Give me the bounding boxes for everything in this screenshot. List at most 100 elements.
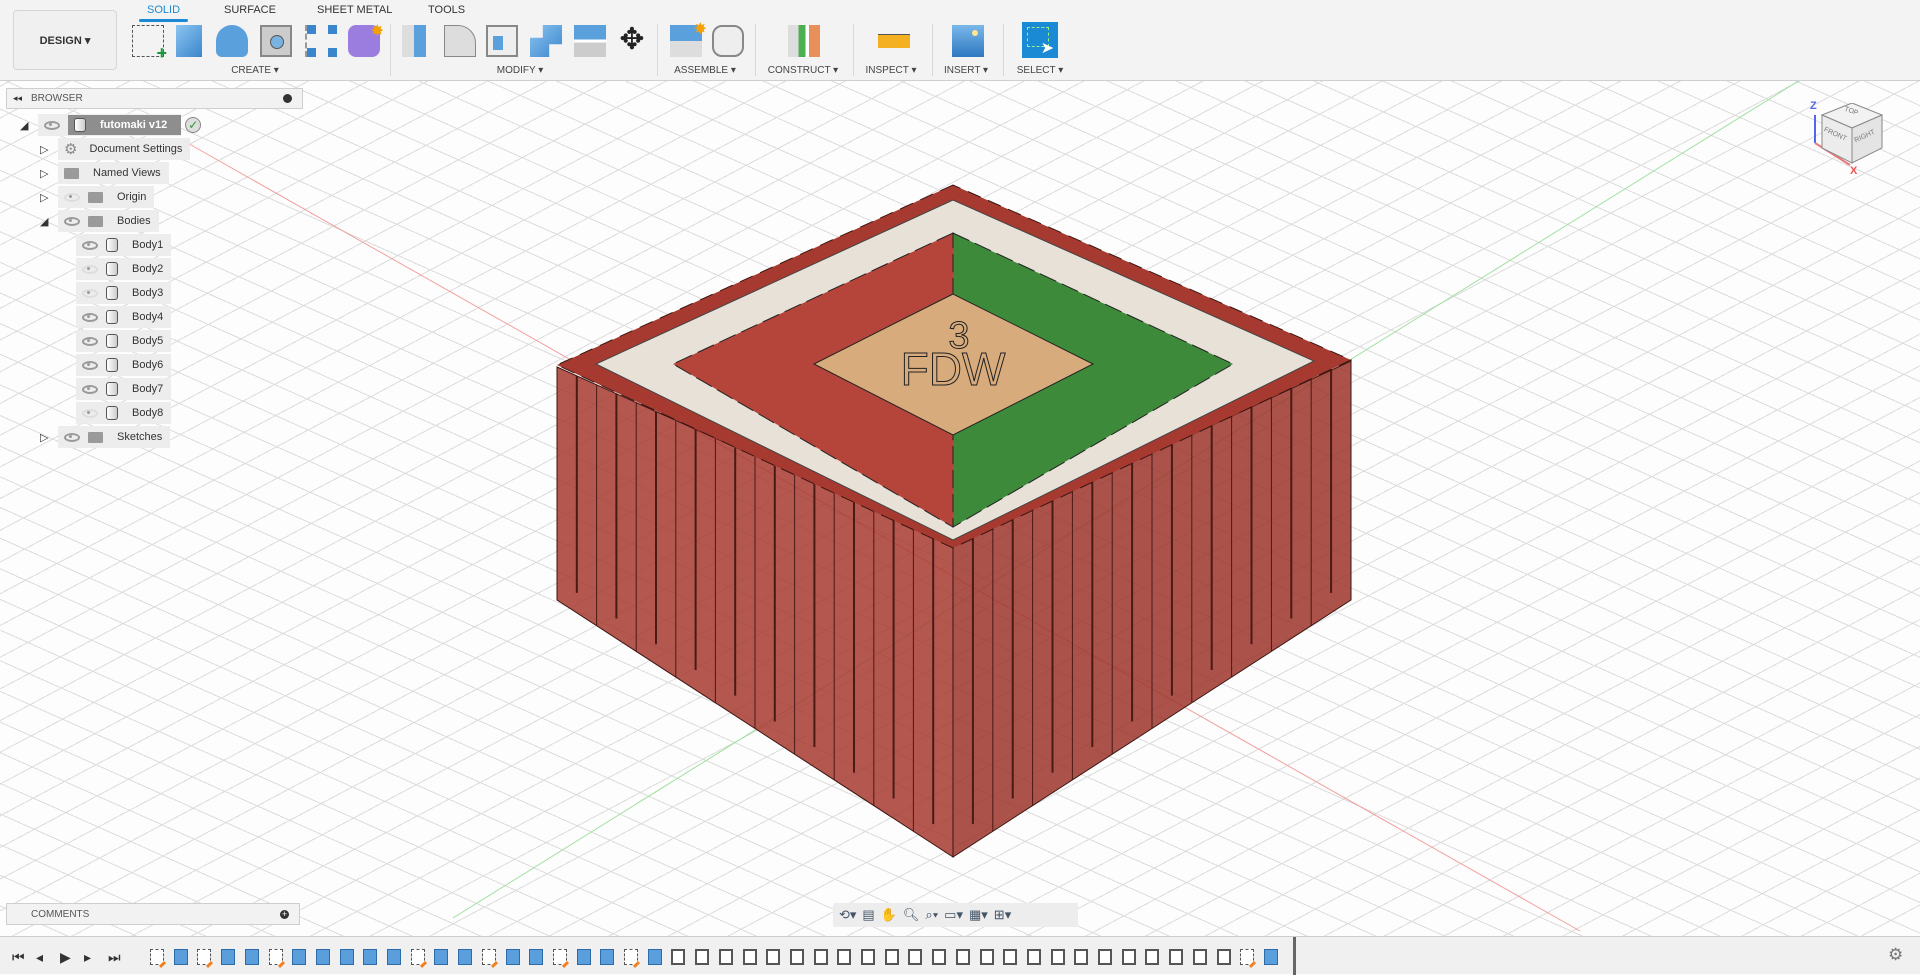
combine-icon[interactable]: [530, 25, 562, 57]
tree-item-body[interactable]: Body6: [76, 354, 172, 376]
timeline-body-feature[interactable]: [1263, 949, 1278, 965]
step-forward-icon[interactable]: ▸: [84, 949, 91, 966]
insert-image-icon[interactable]: [952, 25, 984, 57]
timeline-body-feature[interactable]: [244, 949, 259, 965]
timeline-body-feature[interactable]: [529, 949, 544, 965]
timeline-marker[interactable]: [1293, 937, 1296, 975]
timeline-pattern-feature[interactable]: [789, 949, 804, 965]
timeline-pattern-feature[interactable]: [1169, 949, 1184, 965]
tree-item-bodies[interactable]: ◢ Bodies: [40, 210, 159, 232]
fit-icon[interactable]: ⌕▾: [925, 907, 938, 923]
create-sketch-icon[interactable]: +: [132, 25, 167, 62]
joint-icon[interactable]: [712, 25, 744, 57]
fillet-icon[interactable]: [444, 25, 476, 57]
timeline-sketch-feature[interactable]: [1240, 949, 1255, 965]
model-canvas[interactable]: 3 FDW: [0, 81, 1920, 936]
expand-toggle-icon[interactable]: ▷: [40, 143, 58, 156]
browser-header[interactable]: ◂◂ BROWSER: [6, 88, 303, 109]
eye-icon[interactable]: [82, 408, 98, 418]
tree-item-body[interactable]: Body1: [76, 234, 172, 256]
eye-icon[interactable]: [64, 432, 80, 442]
eye-icon[interactable]: [82, 288, 98, 298]
insert-menu[interactable]: INSERT ▾: [944, 65, 988, 76]
eye-icon[interactable]: [82, 336, 98, 346]
viewports-icon[interactable]: ⊞▾: [994, 907, 1011, 923]
expand-toggle-icon[interactable]: ▷: [40, 431, 58, 444]
orbit-icon[interactable]: ⟲▾: [839, 907, 856, 923]
timeline-pattern-feature[interactable]: [932, 949, 947, 965]
timeline-pattern-feature[interactable]: [955, 949, 970, 965]
rectangular-pattern-icon[interactable]: [305, 25, 337, 57]
timeline-body-feature[interactable]: [292, 949, 307, 965]
timeline-body-feature[interactable]: [647, 949, 662, 965]
timeline-pattern-feature[interactable]: [671, 949, 686, 965]
timeline-pattern-feature[interactable]: [695, 949, 710, 965]
press-pull-icon[interactable]: [402, 25, 426, 57]
go-to-end-icon[interactable]: ⏭: [108, 949, 121, 966]
timeline-body-feature[interactable]: [339, 949, 354, 965]
tree-item-body[interactable]: Body5: [76, 330, 172, 352]
comments-panel[interactable]: COMMENTS +: [6, 903, 300, 925]
offset-plane-icon[interactable]: [788, 25, 820, 57]
timeline-body-feature[interactable]: [221, 949, 236, 965]
design-workspace-button[interactable]: DESIGN ▾: [13, 10, 117, 70]
settings-gear-icon[interactable]: ⚙: [1888, 945, 1903, 965]
tree-item-sketches[interactable]: ▷ Sketches: [40, 426, 171, 448]
split-body-icon[interactable]: [574, 25, 606, 57]
display-settings-icon[interactable]: ▭▾: [944, 907, 963, 923]
select-menu[interactable]: SELECT ▾: [1017, 65, 1064, 76]
timeline-sketch-feature[interactable]: [197, 949, 212, 965]
timeline-pattern-feature[interactable]: [1216, 949, 1231, 965]
timeline-pattern-feature[interactable]: [1145, 949, 1160, 965]
zoom-icon[interactable]: 🔍︎: [903, 907, 920, 923]
add-comment-icon[interactable]: +: [280, 910, 289, 919]
timeline-body-feature[interactable]: [576, 949, 591, 965]
tab-sheet-metal[interactable]: SHEET METAL: [317, 4, 392, 16]
expand-toggle-icon[interactable]: ▷: [40, 167, 58, 180]
play-icon[interactable]: ▶: [60, 949, 71, 966]
timeline-sketch-feature[interactable]: [150, 949, 164, 965]
expand-toggle-icon[interactable]: ◢: [40, 215, 58, 228]
revolve-icon[interactable]: [216, 25, 248, 57]
timeline-pattern-feature[interactable]: [742, 949, 757, 965]
timeline-pattern-feature[interactable]: [813, 949, 828, 965]
timeline-pattern-feature[interactable]: [1121, 949, 1136, 965]
tree-item-body[interactable]: Body3: [76, 282, 172, 304]
eye-icon[interactable]: [44, 120, 60, 130]
timeline-pattern-feature[interactable]: [1098, 949, 1112, 965]
timeline-pattern-feature[interactable]: [837, 949, 852, 965]
inspect-menu[interactable]: INSPECT ▾: [866, 65, 917, 76]
tree-item-body[interactable]: Body2: [76, 258, 172, 280]
timeline-pattern-feature[interactable]: [908, 949, 923, 965]
eye-icon[interactable]: [82, 384, 98, 394]
timeline-pattern-feature[interactable]: [1026, 949, 1041, 965]
expand-toggle-icon[interactable]: ▷: [40, 191, 58, 204]
timeline-pattern-feature[interactable]: [979, 949, 994, 965]
tree-item-origin[interactable]: ▷ Origin: [40, 186, 155, 208]
tab-tools[interactable]: TOOLS: [428, 4, 465, 16]
construct-menu[interactable]: CONSTRUCT ▾: [768, 65, 838, 76]
eye-icon[interactable]: [82, 312, 98, 322]
tree-root[interactable]: ◢ futomaki v12 ✓: [20, 114, 202, 136]
timeline-pattern-feature[interactable]: [766, 949, 781, 965]
collapse-browser-icon[interactable]: ◂◂: [13, 93, 22, 104]
timeline-pattern-feature[interactable]: [1074, 949, 1089, 965]
eye-hidden-icon[interactable]: [64, 192, 80, 202]
timeline-pattern-feature[interactable]: [1192, 949, 1207, 965]
timeline-sketch-feature[interactable]: [268, 949, 283, 965]
timeline-body-feature[interactable]: [600, 949, 615, 965]
grid-settings-icon[interactable]: ▦▾: [969, 907, 988, 923]
eye-icon[interactable]: [82, 360, 98, 370]
timeline-sketch-feature[interactable]: [481, 949, 496, 965]
eye-icon[interactable]: [64, 216, 80, 226]
timeline-body-feature[interactable]: [458, 949, 473, 965]
pan-icon[interactable]: ✋: [881, 907, 897, 923]
timeline-pattern-feature[interactable]: [1050, 949, 1065, 965]
timeline-body-feature[interactable]: [434, 949, 449, 965]
tree-item-named-views[interactable]: ▷ Named Views: [40, 162, 169, 184]
timeline-body-feature[interactable]: [505, 949, 520, 965]
look-at-icon[interactable]: ▤: [862, 907, 874, 923]
timeline-body-feature[interactable]: [387, 949, 401, 965]
select-icon[interactable]: ➤: [1022, 22, 1058, 58]
new-component-icon[interactable]: ✸: [670, 21, 707, 57]
